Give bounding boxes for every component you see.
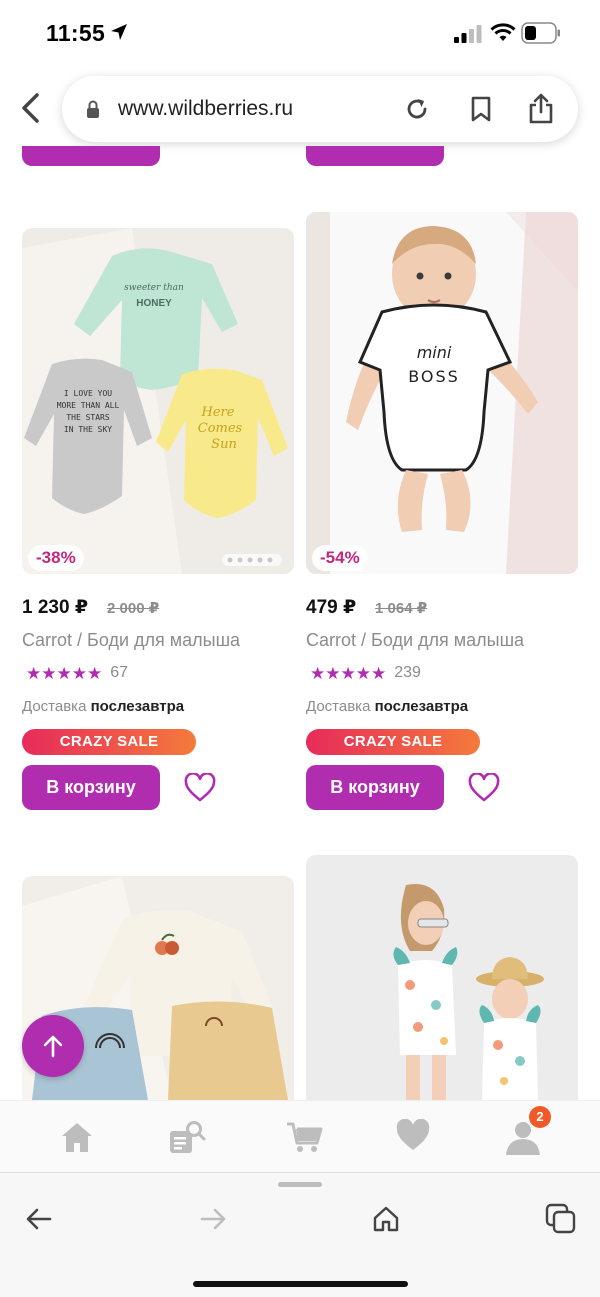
cart-icon[interactable] — [285, 1119, 323, 1155]
image-text: BOSS — [408, 367, 460, 386]
arrow-up-icon — [43, 1035, 63, 1058]
delivery-info: Доставка послезавтра — [306, 698, 468, 715]
cellular-signal-icon — [454, 25, 482, 48]
status-bar: 11:55 — [0, 0, 600, 70]
back-chevron-icon[interactable] — [18, 92, 46, 124]
product-card[interactable]: sweeter than HONEY I LOVE YOU MORE THAN … — [22, 212, 294, 812]
image-text: MORE THAN ALL — [57, 401, 120, 410]
image-text: IN THE SKY — [64, 425, 112, 434]
rating: ★★★★★ 239 — [310, 664, 421, 682]
image-text: Sun — [211, 437, 237, 452]
review-count: 67 — [110, 664, 128, 681]
add-to-cart-button[interactable]: В корзину — [22, 765, 160, 810]
image-text: HONEY — [136, 298, 172, 309]
tabs-icon[interactable] — [545, 1203, 577, 1240]
favorite-heart-icon[interactable] — [184, 772, 216, 808]
home-icon[interactable] — [59, 1119, 95, 1155]
product-image[interactable]: sweeter than HONEY I LOVE YOU MORE THAN … — [22, 228, 294, 574]
share-icon[interactable] — [528, 92, 554, 129]
old-price: 1 064 ₽ — [375, 600, 428, 617]
browser-toolbar — [0, 1172, 600, 1297]
address-bar[interactable]: www.wildberries.ru — [62, 76, 578, 142]
lock-icon — [86, 100, 100, 123]
favorites-icon[interactable] — [395, 1118, 431, 1155]
delivery-date: послезавтра — [90, 698, 185, 715]
crazy-sale-badge: CRAZY SALE — [306, 729, 480, 755]
location-arrow-icon — [110, 23, 128, 46]
toolbar-handle[interactable] — [278, 1182, 322, 1187]
reload-icon[interactable] — [404, 96, 430, 127]
browser-home-icon[interactable] — [372, 1205, 400, 1238]
rating: ★★★★★ 67 — [26, 664, 128, 682]
add-to-cart-button[interactable]: В корзину — [306, 765, 444, 810]
image-text: Comes — [198, 421, 243, 436]
image-text: mini — [417, 343, 452, 362]
old-price: 2 000 ₽ — [107, 600, 160, 617]
scroll-to-top-button[interactable] — [22, 1015, 84, 1077]
image-text: THE STARS — [66, 413, 110, 422]
status-time: 11:55 — [46, 20, 106, 46]
previous-row-cart-button[interactable] — [306, 146, 444, 166]
bookmark-icon[interactable] — [470, 96, 492, 127]
review-count: 239 — [394, 664, 421, 681]
delivery-date: послезавтра — [374, 698, 469, 715]
product-image[interactable] — [306, 855, 578, 1100]
favorite-heart-icon[interactable] — [468, 772, 500, 808]
app-bottom-nav — [0, 1100, 600, 1172]
current-price: 1 230 ₽ — [22, 597, 89, 618]
image-text: Here — [201, 405, 235, 420]
browser-address-row: www.wildberries.ru — [0, 72, 600, 144]
crazy-sale-badge: CRAZY SALE — [22, 729, 196, 755]
image-text: sweeter than — [124, 283, 184, 293]
battery-icon — [521, 22, 561, 44]
current-price: 479 ₽ — [306, 597, 357, 618]
delivery-label: Доставка — [22, 698, 87, 715]
product-title[interactable]: Carrot / Боди для малыша — [22, 630, 240, 651]
product-title[interactable]: Carrot / Боди для малыша — [306, 630, 524, 651]
product-card[interactable]: mini BOSS -54% 479 ₽ 1 064 ₽ Carrot / Бо… — [306, 212, 578, 812]
discount-badge: -54% — [312, 545, 368, 571]
catalog-search-icon[interactable] — [168, 1119, 206, 1155]
delivery-info: Доставка послезавтра — [22, 698, 184, 715]
profile-notification-badge: 2 — [529, 1106, 551, 1128]
wifi-icon — [490, 23, 516, 48]
previous-row-cart-button[interactable] — [22, 146, 160, 166]
product-card[interactable] — [306, 855, 578, 1100]
image-text: I LOVE YOU — [64, 389, 112, 398]
url-text: www.wildberries.ru — [118, 97, 294, 120]
rating-stars: ★★★★★ — [310, 663, 387, 683]
browser-back-icon[interactable] — [25, 1205, 53, 1238]
browser-forward-icon[interactable] — [199, 1205, 227, 1238]
rating-stars: ★★★★★ — [26, 663, 103, 683]
discount-badge: -38% — [28, 545, 84, 571]
home-indicator — [193, 1281, 408, 1287]
delivery-label: Доставка — [306, 698, 371, 715]
product-image[interactable]: mini BOSS — [306, 212, 578, 574]
